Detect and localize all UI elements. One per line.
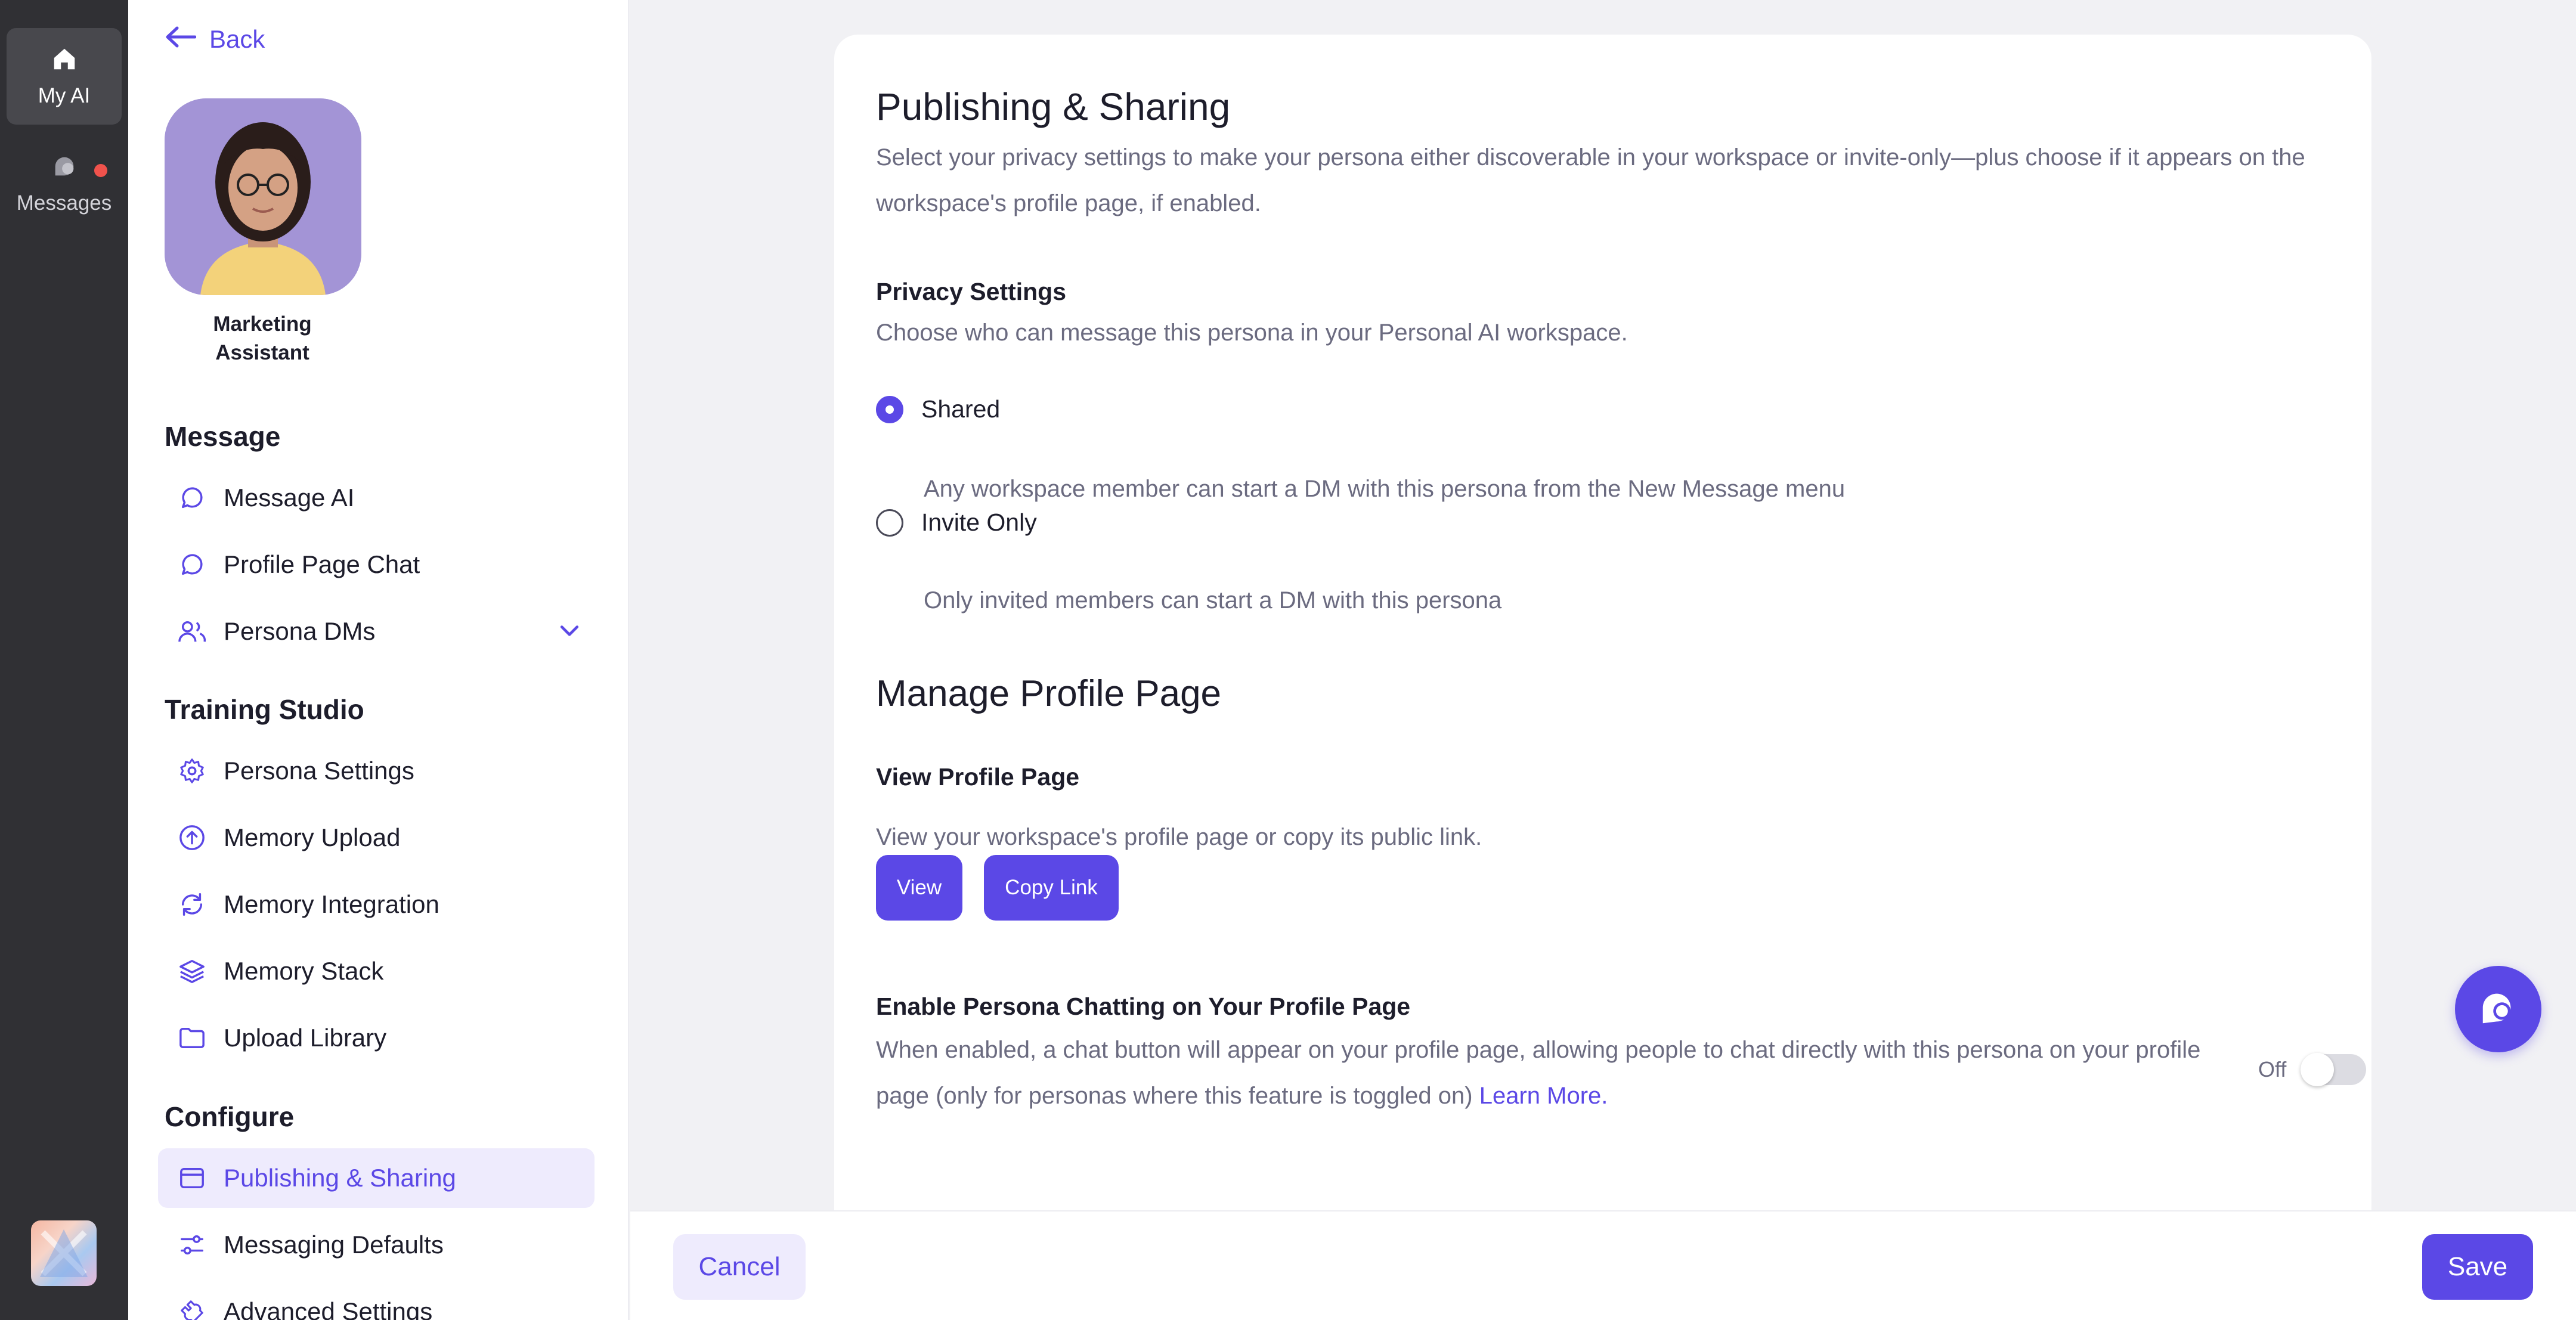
nav-item-publishing-sharing[interactable]: Publishing & Sharing [158,1148,595,1208]
persona-name: Marketing Assistant [213,312,312,364]
nav-item-advanced-settings[interactable]: Advanced Settings [158,1282,593,1320]
rail-label-my-ai: My AI [38,83,91,107]
section-training-studio: Training Studio [165,694,364,725]
users-icon [176,615,208,647]
sliders-icon [176,1229,208,1261]
nav-label: Memory Integration [224,890,439,918]
persona-chatting-heading: Enable Persona Chatting on Your Profile … [876,993,1411,1020]
nav-item-upload-library[interactable]: Upload Library [158,1008,593,1068]
privacy-settings-subtitle: Choose who can message this persona in y… [876,320,1628,346]
rail-label-messages: Messages [16,191,112,215]
browser-window-icon [176,1162,208,1194]
nav-label: Memory Stack [224,957,384,985]
chevron-down-icon[interactable] [556,617,583,649]
radio-shared[interactable]: Shared [876,395,1000,423]
nav-item-memory-integration[interactable]: Memory Integration [158,875,593,934]
cancel-button[interactable]: Cancel [673,1234,806,1300]
arrow-left-icon [165,25,197,54]
nav-label: Persona DMs [224,617,376,645]
main-content: Publishing & Sharing Select your privacy… [630,0,2576,1320]
nav-label: Profile Page Chat [224,550,420,578]
footer-bar: Cancel Save [630,1210,2576,1320]
layers-icon [176,955,208,987]
sync-icon [176,888,208,921]
radio-button-unselected[interactable] [876,509,903,537]
workspace-logo[interactable] [31,1220,97,1286]
manage-profile-heading: Manage Profile Page [876,673,1222,714]
copy-link-button[interactable]: Copy Link [984,855,1119,921]
app-rail: My AI Messages [0,0,128,1320]
privacy-settings-heading: Privacy Settings [876,278,1067,305]
nav-label: Advanced Settings [224,1297,433,1320]
settings-card: Publishing & Sharing Select your privacy… [834,35,2371,1320]
nav-label: Messaging Defaults [224,1231,444,1259]
folder-icon [176,1022,208,1054]
save-button[interactable]: Save [2422,1234,2533,1300]
persona-chatting-description: When enabled, a chat button will appear … [876,1027,2212,1119]
settings-nav: Back Marketing Assistant Message Message… [128,0,629,1320]
nav-label: Message AI [224,484,355,512]
radio-invite-only[interactable]: Invite Only [876,509,1037,537]
persona-chatting-toggle[interactable] [2301,1053,2367,1086]
nav-label: Publishing & Sharing [224,1164,456,1192]
chat-support-fab[interactable] [2455,966,2541,1052]
view-profile-description: View your workspace's profile page or co… [876,824,1482,850]
nav-item-messaging-defaults[interactable]: Messaging Defaults [158,1215,593,1275]
chat-bubble-icon [176,549,208,581]
nav-label: Persona Settings [224,757,414,785]
radio-button-selected[interactable] [876,395,903,423]
view-button[interactable]: View [876,855,962,921]
nav-label: Memory Upload [224,823,401,851]
view-profile-heading: View Profile Page [876,763,1080,791]
nav-item-memory-upload[interactable]: Memory Upload [158,808,593,867]
messages-icon [51,153,78,185]
nav-item-profile-page-chat[interactable]: Profile Page Chat [158,535,593,594]
nav-item-persona-settings[interactable]: Persona Settings [158,741,593,801]
nav-item-persona-dms[interactable]: Persona DMs [158,602,593,661]
nav-item-message-ai[interactable]: Message AI [158,468,593,528]
tools-icon [176,1296,208,1320]
chat-support-icon [2478,987,2519,1031]
radio-desc-invite-only: Only invited members can start a DM with… [924,587,1502,613]
rail-item-messages[interactable]: Messages [7,135,122,232]
radio-desc-shared: Any workspace member can start a DM with… [924,476,1846,502]
rail-item-my-ai[interactable]: My AI [7,28,122,125]
nav-item-memory-stack[interactable]: Memory Stack [158,941,593,1001]
home-icon [51,45,78,78]
radio-label-invite-only: Invite Only [921,509,1037,536]
section-message: Message [165,421,281,452]
radio-label-shared: Shared [921,395,1001,423]
back-label: Back [209,25,265,53]
persona-chatting-toggle-group: Off [2258,1053,2367,1086]
section-configure: Configure [165,1101,295,1132]
unread-badge [94,164,107,177]
toggle-state-label: Off [2258,1057,2287,1082]
gear-icon [176,755,208,787]
page-title: Publishing & Sharing [876,85,1231,128]
persona-avatar [165,98,361,295]
chat-bubble-icon [176,482,208,514]
upload-circle-icon [176,822,208,854]
back-link[interactable]: Back [165,25,265,54]
page-description: Select your privacy settings to make you… [876,144,2305,216]
nav-label: Upload Library [224,1024,387,1052]
learn-more-link[interactable]: Learn More. [1479,1083,1608,1109]
